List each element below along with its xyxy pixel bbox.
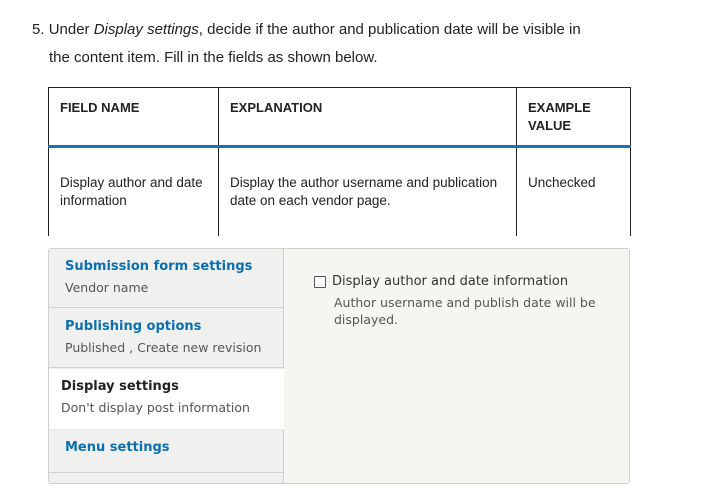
vertical-tabs-list: Submission form settings Vendor name Pub… (49, 249, 284, 483)
step-text-line2: the content item. Fill in the fields as … (49, 49, 378, 66)
step-text-prefix: Under (48, 21, 94, 38)
tab-summary: Don't display post information (61, 400, 250, 415)
tab-summary: Published , Create new revision (65, 340, 262, 355)
tab-title: Publishing options (65, 319, 202, 334)
header-field-name: FIELD NAME (48, 87, 219, 148)
checkbox-description: Author username and publish date will be… (334, 295, 596, 327)
tab-display-settings[interactable]: Display settings Don't display post info… (49, 369, 284, 430)
table-row: Display author and date information Disp… (48, 146, 631, 236)
step-emphasis: Display settings (93, 21, 199, 38)
checkbox-label: Display author and date information (332, 274, 569, 289)
tab-menu-settings[interactable]: Menu settings (49, 430, 283, 473)
table-header-row: FIELD NAME EXPLANATION EXAMPLE VALUE (48, 87, 631, 148)
tab-summary: Vendor name (65, 280, 149, 295)
step-text-suffix: , decide if the author and publication d… (198, 21, 581, 38)
tab-publishing-options[interactable]: Publishing options Published , Create ne… (49, 309, 283, 368)
display-author-date-checkbox[interactable] (314, 275, 326, 288)
tab-title: Menu settings (65, 440, 170, 455)
cell-example-value: Unchecked (516, 146, 631, 236)
instruction-step: 5. Under Display settings, decide if the… (32, 16, 672, 72)
tab-title: Submission form settings (65, 259, 253, 274)
display-author-date-checkbox-row[interactable]: Display author and date information (314, 274, 614, 289)
cell-explanation: Display the author username and publicat… (218, 146, 517, 236)
header-explanation: EXPLANATION (218, 87, 517, 148)
cell-field-name: Display author and date information (48, 146, 219, 236)
step-number: 5. (32, 21, 45, 38)
display-settings-pane: Display author and date information Auth… (284, 249, 629, 483)
tab-submission-form-settings[interactable]: Submission form settings Vendor name (49, 249, 283, 308)
header-example-value: EXAMPLE VALUE (516, 87, 631, 148)
vertical-tabs-panel: Submission form settings Vendor name Pub… (48, 248, 630, 484)
tab-title: Display settings (61, 379, 179, 394)
fields-table: FIELD NAME EXPLANATION EXAMPLE VALUE Dis… (48, 87, 631, 236)
